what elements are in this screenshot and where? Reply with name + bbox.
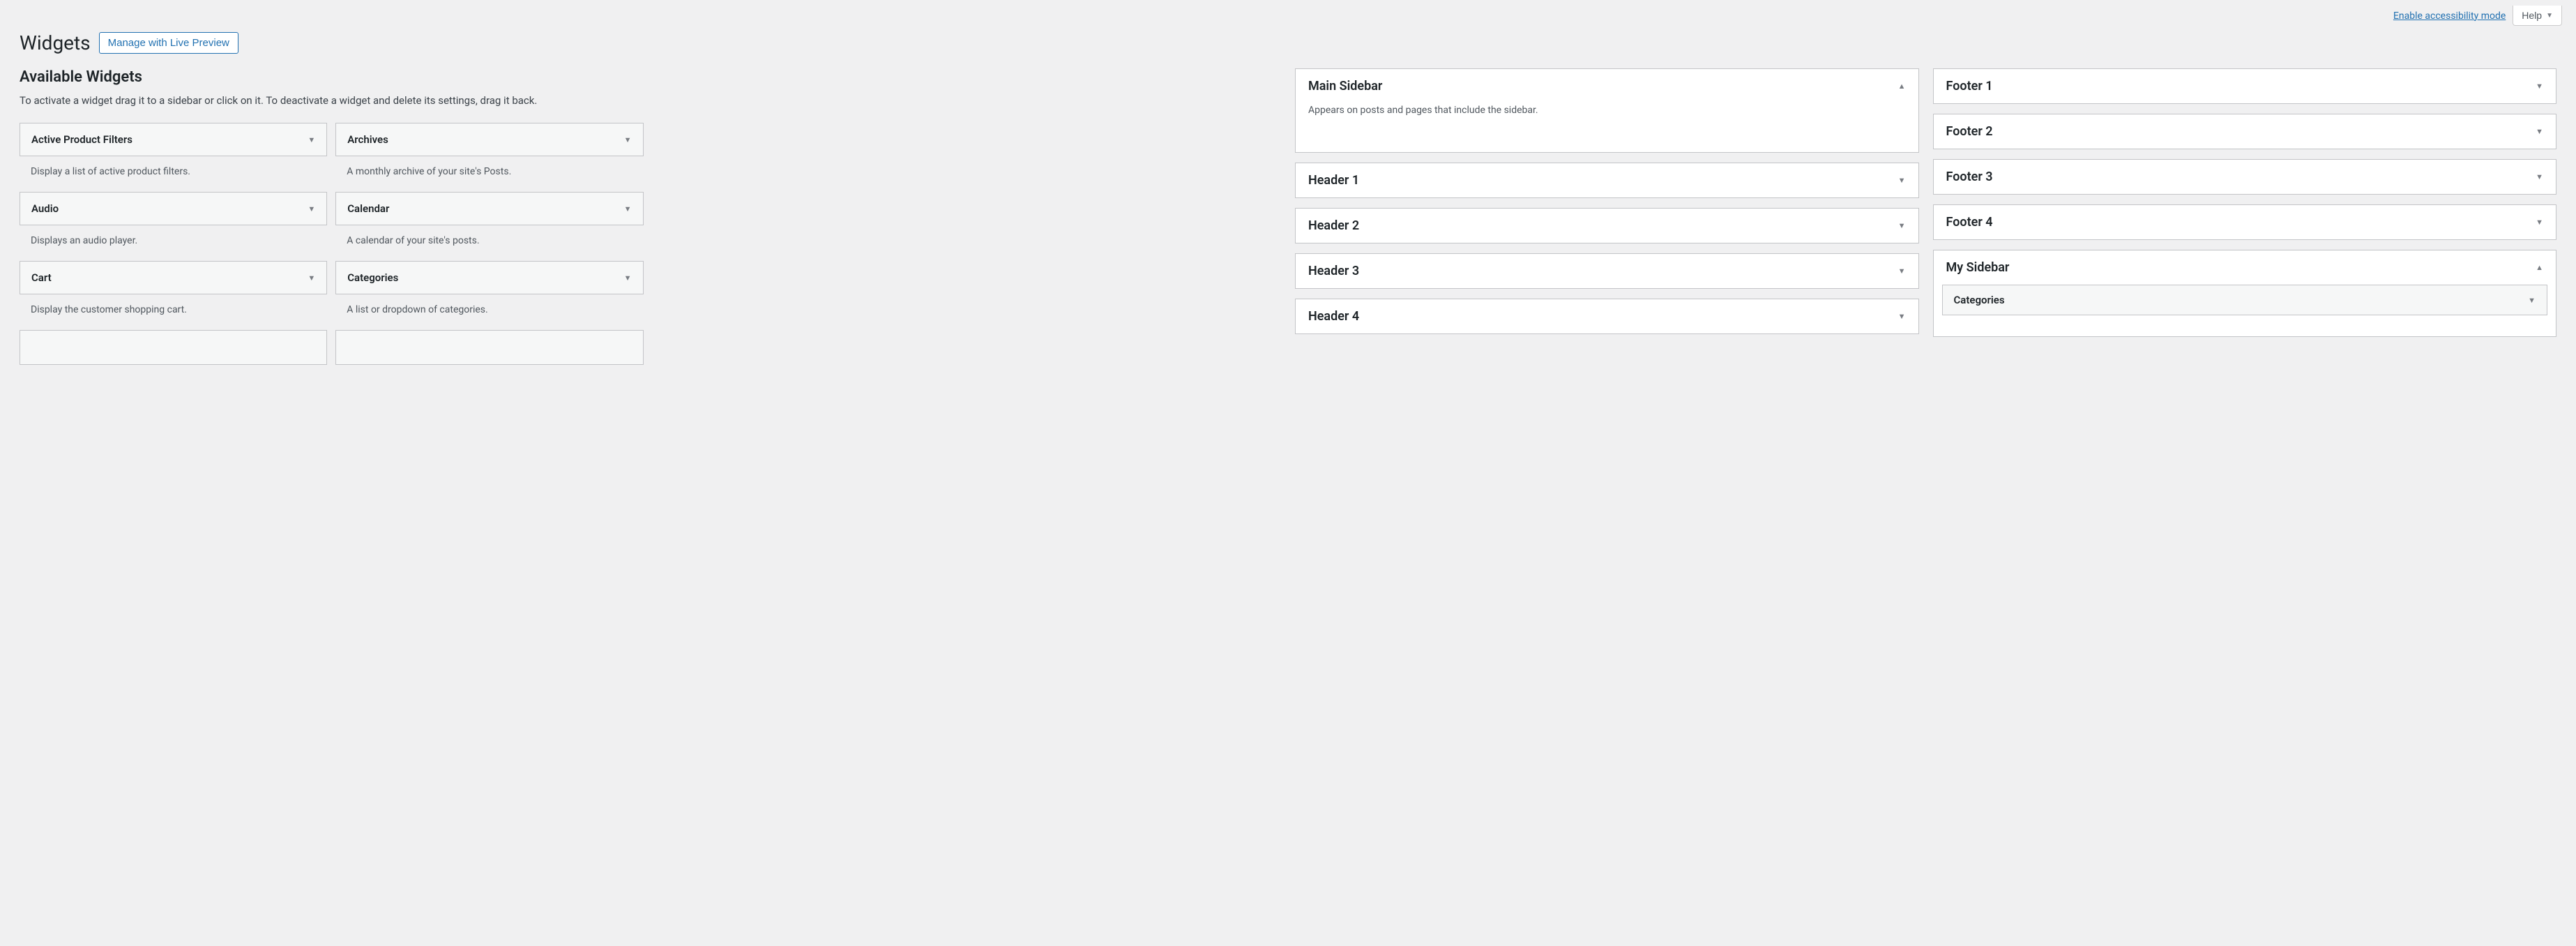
caret-up-icon: ▲	[1898, 82, 1906, 91]
widget-area-footer-4: Footer 4 ▼	[1933, 204, 2557, 240]
caret-up-icon: ▲	[2536, 263, 2543, 272]
widget-area-header-2: Header 2 ▼	[1295, 208, 1919, 243]
widget-area-header[interactable]: Footer 1 ▼	[1934, 69, 2556, 103]
caret-down-icon: ▼	[624, 135, 632, 144]
widget-area-header[interactable]: Header 3 ▼	[1296, 254, 1918, 288]
widget-area-header[interactable]: Header 2 ▼	[1296, 209, 1918, 243]
available-widget-placeholder[interactable]	[20, 330, 327, 365]
caret-down-icon: ▼	[1898, 221, 1906, 230]
widget-area-dropzone[interactable]: Categories ▼	[1934, 285, 2556, 336]
widget-desc: Displays an audio player.	[20, 225, 327, 254]
widget-area-header[interactable]: Footer 4 ▼	[1934, 205, 2556, 239]
caret-down-icon: ▼	[2536, 218, 2543, 227]
widget-area-header[interactable]: Footer 2 ▼	[1934, 114, 2556, 149]
widget-name: Categories	[347, 271, 398, 284]
widget-area-desc: Appears on posts and pages that include …	[1296, 103, 1918, 131]
widget-desc: A monthly archive of your site's Posts.	[335, 156, 643, 185]
available-widget-placeholder[interactable]	[335, 330, 643, 365]
widget-area-header-3: Header 3 ▼	[1295, 253, 1919, 289]
widget-area-my-sidebar: My Sidebar ▲ Categories ▼	[1933, 250, 2557, 337]
enable-accessibility-link[interactable]: Enable accessibility mode	[2393, 10, 2506, 22]
widget-area-title: Header 2	[1308, 218, 1359, 233]
widget-area-header[interactable]: Footer 3 ▼	[1934, 160, 2556, 194]
widget-area-footer-2: Footer 2 ▼	[1933, 114, 2557, 149]
caret-down-icon: ▼	[2536, 127, 2543, 136]
widget-area-header[interactable]: Main Sidebar ▲	[1296, 69, 1918, 103]
widget-area-header[interactable]: My Sidebar ▲	[1934, 250, 2556, 285]
widget-name: Active Product Filters	[31, 133, 132, 146]
available-widget[interactable]: Calendar ▼	[335, 192, 643, 225]
widget-desc: A calendar of your site's posts.	[335, 225, 643, 254]
available-widget[interactable]: Audio ▼	[20, 192, 327, 225]
widget-name: Cart	[31, 271, 52, 284]
widget-area-title: Header 3	[1308, 264, 1359, 278]
caret-down-icon: ▼	[1898, 312, 1906, 321]
caret-down-icon: ▼	[308, 135, 315, 144]
caret-down-icon: ▼	[2528, 296, 2536, 305]
widget-desc: A list or dropdown of categories.	[335, 294, 643, 323]
widget-area-title: Header 4	[1308, 309, 1359, 324]
caret-down-icon: ▼	[624, 273, 632, 283]
widget-area-title: Main Sidebar	[1308, 79, 1382, 93]
widget-area-main-sidebar: Main Sidebar ▲ Appears on posts and page…	[1295, 68, 1919, 153]
caret-down-icon: ▼	[624, 204, 632, 213]
available-widget[interactable]: Active Product Filters ▼	[20, 123, 327, 156]
caret-down-icon: ▼	[2536, 172, 2543, 181]
caret-down-icon: ▼	[308, 273, 315, 283]
widget-area-title: My Sidebar	[1946, 260, 2010, 275]
available-widgets-heading: Available Widgets	[20, 68, 644, 86]
caret-down-icon: ▼	[1898, 176, 1906, 185]
available-widgets-desc: To activate a widget drag it to a sideba…	[20, 93, 644, 109]
placed-widget[interactable]: Categories ▼	[1942, 285, 2548, 315]
caret-down-icon: ▼	[1898, 266, 1906, 276]
widget-area-dropzone[interactable]	[1296, 131, 1918, 152]
available-widget[interactable]: Cart ▼	[20, 261, 327, 294]
widget-name: Calendar	[347, 202, 389, 215]
widget-area-header[interactable]: Header 4 ▼	[1296, 299, 1918, 333]
caret-down-icon: ▼	[2536, 82, 2543, 91]
help-button[interactable]: Help ▼	[2513, 6, 2562, 26]
placed-widget-name: Categories	[1954, 294, 2005, 306]
available-widget[interactable]: Categories ▼	[335, 261, 643, 294]
widget-name: Audio	[31, 202, 59, 215]
widget-area-header[interactable]: Header 1 ▼	[1296, 163, 1918, 197]
widget-area-title: Footer 4	[1946, 215, 1993, 230]
widget-area-header-4: Header 4 ▼	[1295, 299, 1919, 334]
widget-area-footer-1: Footer 1 ▼	[1933, 68, 2557, 104]
widget-area-footer-3: Footer 3 ▼	[1933, 159, 2557, 195]
available-widget[interactable]: Archives ▼	[335, 123, 643, 156]
help-label: Help	[2522, 10, 2542, 21]
widget-area-title: Footer 2	[1946, 124, 1993, 139]
widget-area-title: Footer 1	[1946, 79, 1993, 93]
widget-desc: Display the customer shopping cart.	[20, 294, 327, 323]
widget-desc: Display a list of active product filters…	[20, 156, 327, 185]
live-preview-button[interactable]: Manage with Live Preview	[99, 32, 238, 54]
widget-name: Archives	[347, 133, 388, 146]
caret-down-icon: ▼	[308, 204, 315, 213]
widget-area-title: Header 1	[1308, 173, 1359, 188]
widget-area-title: Footer 3	[1946, 170, 1993, 184]
widget-area-header-1: Header 1 ▼	[1295, 163, 1919, 198]
caret-down-icon: ▼	[2546, 12, 2553, 20]
page-title: Widgets	[20, 31, 91, 54]
